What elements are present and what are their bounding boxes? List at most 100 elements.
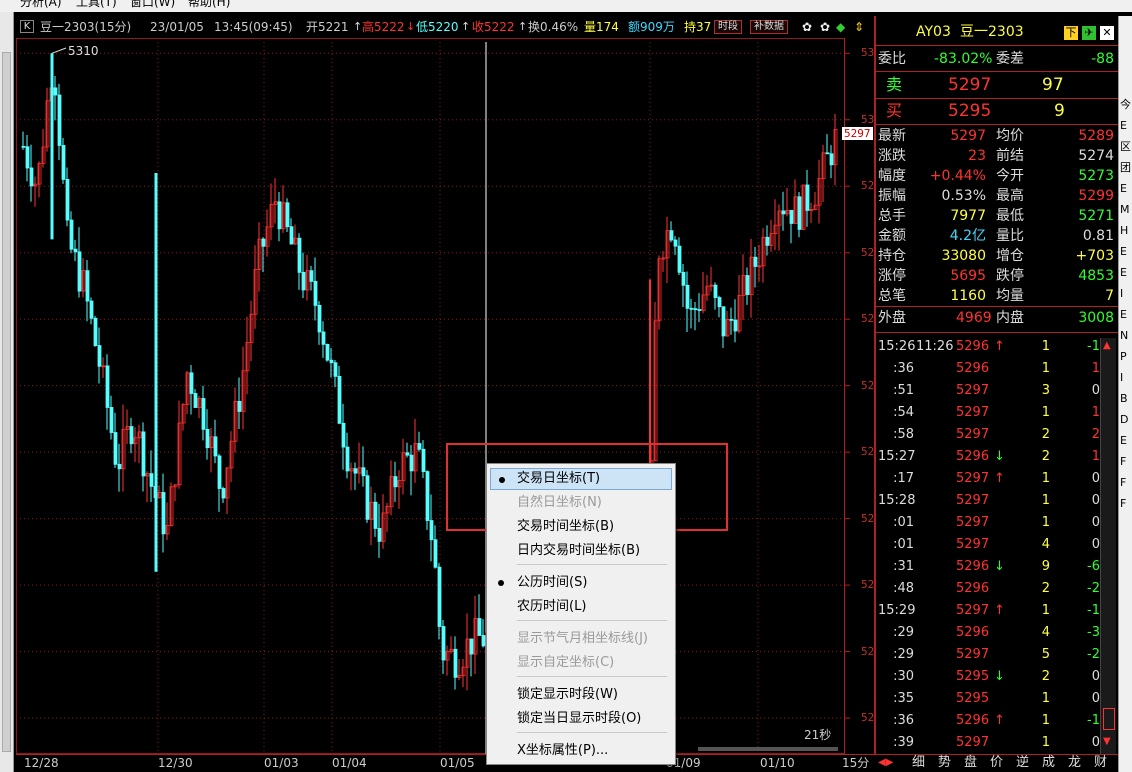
tick-row[interactable]: :58 5297 2 2 [876, 424, 1118, 446]
edge-tool-button[interactable]: F [1120, 476, 1126, 489]
edge-tool-button[interactable]: E [1120, 182, 1127, 195]
outer-inner-row: 外盘 4969 内盘 3008 [876, 308, 1118, 328]
tick-row[interactable]: :01 5297 4 0 [876, 534, 1118, 556]
scroll-thumb[interactable] [1103, 708, 1115, 730]
edge-tool-button[interactable]: D [1120, 413, 1128, 426]
tick-row[interactable]: 15:27 5296 ↓ 2 1 [876, 446, 1118, 468]
candle-body [113, 432, 118, 465]
edge-tool-button[interactable]: E [1120, 266, 1127, 279]
tab-price[interactable]: 价 [990, 755, 1003, 771]
context-menu-item[interactable]: 交易时间坐标(B) [490, 516, 672, 538]
menu-tools[interactable]: 工具(T) [76, 0, 117, 9]
tick-row[interactable]: :48 5296 2 -2 [876, 578, 1118, 600]
pin-button[interactable]: ✈ [1082, 26, 1096, 40]
context-menu-label: X坐标属性(P)... [517, 743, 609, 758]
tick-time-alt: 11:26 [916, 339, 954, 354]
tick-delta: -3 [1087, 625, 1100, 640]
context-menu-item: 显示节气月相坐标线(J) [490, 628, 672, 650]
tab-dragon[interactable]: 龙 [1068, 755, 1081, 771]
stat-label: 幅度 [878, 168, 906, 184]
edge-tool-button[interactable]: B [1120, 392, 1128, 405]
tick-row[interactable]: :54 5297 1 1 [876, 402, 1118, 424]
chart-scroll-indicator[interactable] [698, 747, 838, 751]
scroll-down-icon[interactable]: ▼ [1103, 736, 1111, 747]
tick-row[interactable]: :35 5295 1 0 [876, 688, 1118, 710]
kline-chart[interactable]: 5310530052905280527052605250524052305220… [16, 38, 888, 754]
pin-icon[interactable]: ⇕ [854, 20, 864, 34]
left-scrollbar[interactable] [2, 52, 11, 752]
gear-icon[interactable]: ✿ [802, 20, 812, 34]
scroll-up-icon[interactable]: ▲ [1103, 340, 1111, 351]
context-menu-item[interactable]: 锁定显示时段(W) [490, 684, 672, 706]
candle-body [25, 146, 30, 169]
context-menu-item[interactable]: X坐标属性(P)... [490, 740, 672, 762]
high-marker-leader [51, 47, 67, 54]
tab-reverse[interactable]: 逆 [1016, 755, 1029, 771]
stat-label: 前结 [996, 148, 1024, 164]
context-menu-item[interactable]: 农历时间(L) [490, 596, 672, 618]
tick-row[interactable]: :29 5297 5 -2 [876, 644, 1118, 666]
tick-price: 5297 [956, 735, 990, 750]
tick-row[interactable]: :36 5296 1 1 [876, 358, 1118, 380]
context-menu-item[interactable]: 锁定当日显示时段(O) [490, 708, 672, 730]
context-menu-item[interactable]: 公历时间(S) [490, 572, 672, 594]
tab-deal[interactable]: 成 [1042, 755, 1055, 771]
tick-row[interactable]: :51 5297 3 0 [876, 380, 1118, 402]
edge-tool-button[interactable]: P [1120, 350, 1127, 363]
fill-data-button[interactable]: 补数据 [750, 20, 788, 34]
period-button[interactable]: 时段 [714, 20, 742, 34]
edge-tool-button[interactable]: E [1120, 434, 1127, 447]
edge-tool-button[interactable]: E [1120, 119, 1127, 132]
menu-window[interactable]: 窗口(W) [130, 0, 175, 9]
close-icon[interactable]: ✕ [1100, 26, 1114, 40]
tick-row[interactable]: 15:26 11:26 5296 ↑ 1 -1 [876, 336, 1118, 358]
buy-row[interactable]: 买 5295 9 [876, 100, 1118, 122]
tab-prev-icon[interactable]: ◀▶ [878, 755, 893, 771]
context-menu-item[interactable]: 日内交易时间坐标(B) [490, 540, 672, 562]
edge-tool-button[interactable]: E [1120, 308, 1127, 321]
stat-row: 持仓 33080 增仓 +703 [876, 246, 1118, 266]
tick-volume: 1 [1041, 471, 1050, 486]
tick-row[interactable]: :01 5297 1 0 [876, 512, 1118, 534]
weicha-value: -88 [1091, 51, 1114, 67]
edge-tool-button[interactable]: 区 [1120, 140, 1131, 153]
tab-detail[interactable]: 细 [912, 755, 925, 771]
tick-row[interactable]: :39 5297 1 0 [876, 732, 1118, 754]
diamond-icon[interactable]: ◆ [836, 20, 845, 34]
tick-row[interactable]: :31 5296 ↓ 9 -6 [876, 556, 1118, 578]
menu-help[interactable]: 帮助(H) [188, 0, 230, 9]
candle-body [441, 626, 446, 661]
edge-tool-button[interactable]: F [1120, 455, 1126, 468]
edge-tool-button[interactable]: 今 [1120, 98, 1131, 111]
edge-tool-button[interactable]: F [1120, 497, 1126, 510]
tick-row[interactable]: :17 5297 ↑ 1 0 [876, 468, 1118, 490]
tab-book[interactable]: 盘 [964, 755, 977, 771]
tick-scrollbar[interactable]: ▲ ▼ [1100, 338, 1116, 754]
context-menu-item[interactable]: 交易日坐标(T) [490, 468, 672, 490]
menu-separator [517, 676, 667, 677]
edge-tool-button[interactable]: E [1120, 245, 1127, 258]
edge-tool-button[interactable]: I [1120, 371, 1123, 384]
edge-tool-button[interactable]: M [1120, 203, 1130, 216]
edge-tool-button[interactable]: H [1120, 224, 1128, 237]
tick-row[interactable]: 15:29 5297 ↑ 1 -1 [876, 600, 1118, 622]
stat-value: 5273 [1078, 168, 1114, 184]
down-button[interactable]: 下 [1064, 26, 1078, 40]
inner-label: 内盘 [996, 310, 1024, 326]
settings-icon[interactable]: ✿ [820, 20, 830, 34]
edge-tool-button[interactable]: I [1120, 287, 1123, 300]
tick-row[interactable]: :30 5295 ↓ 2 0 [876, 666, 1118, 688]
kline-chart-svg[interactable] [16, 38, 874, 754]
tab-trend[interactable]: 势 [938, 755, 951, 771]
sell-row[interactable]: 卖 5297 97 [876, 74, 1118, 96]
tick-row[interactable]: 15:28 5297 1 0 [876, 490, 1118, 512]
edge-tool-button[interactable]: N [1120, 329, 1128, 342]
bar-hold: 持37 [684, 20, 712, 34]
edge-tool-button[interactable]: 团 [1120, 161, 1131, 174]
tick-row[interactable]: :29 5296 4 -3 [876, 622, 1118, 644]
tick-direction-icon: ↓ [994, 559, 1005, 574]
tab-finance[interactable]: 财 [1094, 755, 1107, 771]
tick-row[interactable]: :36 5296 ↑ 1 -1 [876, 710, 1118, 732]
kline-button[interactable]: K [20, 20, 34, 33]
menu-analysis[interactable]: 分析(A) [20, 0, 62, 9]
